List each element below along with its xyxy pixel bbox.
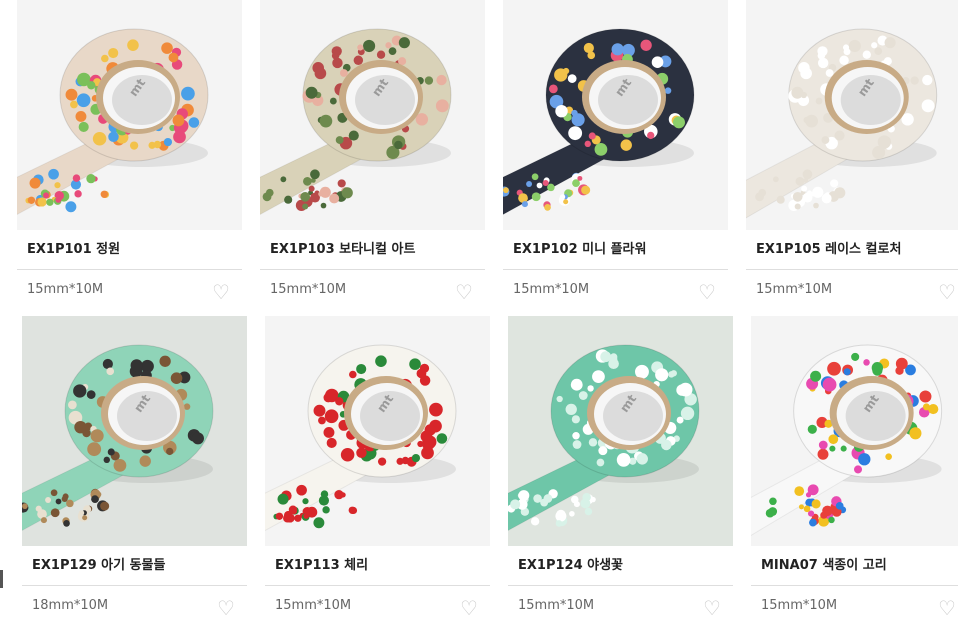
heart-outline-icon[interactable]: ♡ xyxy=(936,282,958,302)
heart-outline-icon[interactable]: ♡ xyxy=(701,598,723,618)
heart-outline-icon[interactable]: ♡ xyxy=(458,598,480,618)
tape-roll-illustration: mt xyxy=(503,28,695,216)
product-size: 18mm*10M xyxy=(32,598,109,613)
product-card[interactable]: mt ♡ EX1P124 야생꽃 15mm*10M xyxy=(508,316,733,626)
product-info: MINA07 색종이 고리 15mm*10M xyxy=(751,546,958,626)
product-card[interactable]: mt ♡ EX1P113 체리 15mm*10M xyxy=(265,316,490,626)
product-size: 15mm*10M xyxy=(270,282,347,297)
product-image[interactable]: mt xyxy=(265,316,490,546)
tape-roll-illustration: mt xyxy=(22,344,214,532)
product-size: 15mm*10M xyxy=(275,598,352,613)
product-name[interactable]: EX1P103 보타니컬 아트 xyxy=(260,230,485,270)
product-name[interactable]: EX1P124 야생꽃 xyxy=(508,546,733,586)
product-card[interactable]: mt ♡ EX1P129 아기 동물들 18mm*10M xyxy=(22,316,247,626)
product-name[interactable]: EX1P113 체리 xyxy=(265,546,490,586)
tape-roll-illustration: mt xyxy=(746,28,938,219)
product-image[interactable]: mt xyxy=(260,0,485,230)
product-image[interactable]: mt xyxy=(503,0,728,230)
product-image[interactable]: mt xyxy=(22,316,247,546)
heart-outline-icon[interactable]: ♡ xyxy=(215,598,237,618)
tape-roll-illustration: mt xyxy=(751,344,943,536)
product-size: 15mm*10M xyxy=(27,282,104,297)
product-info: EX1P124 야생꽃 15mm*10M xyxy=(508,546,733,626)
product-card[interactable]: mt ♡ EX1P101 정원 15mm*10M xyxy=(17,0,242,310)
product-card[interactable]: mt ♡ EX1P105 레이스 컬로처 15mm*10M xyxy=(746,0,958,310)
product-info: EX1P102 미니 플라워 15mm*10M xyxy=(503,230,728,310)
product-card[interactable]: mt ♡ EX1P103 보타니컬 아트 15mm*10M xyxy=(260,0,485,310)
product-info: EX1P105 레이스 컬로처 15mm*10M xyxy=(746,230,958,310)
product-name[interactable]: EX1P129 아기 동물들 xyxy=(22,546,247,586)
product-image[interactable]: mt xyxy=(17,0,242,230)
product-name[interactable]: MINA07 색종이 고리 xyxy=(751,546,958,586)
product-info: EX1P103 보타니컬 아트 15mm*10M xyxy=(260,230,485,310)
product-size: 15mm*10M xyxy=(761,598,838,613)
heart-outline-icon[interactable]: ♡ xyxy=(696,282,718,302)
heart-outline-icon[interactable]: ♡ xyxy=(936,598,958,618)
product-info: EX1P113 체리 15mm*10M xyxy=(265,546,490,626)
product-info: EX1P129 아기 동물들 18mm*10M xyxy=(22,546,247,626)
scroll-edge-marker xyxy=(0,570,3,588)
product-size: 15mm*10M xyxy=(518,598,595,613)
product-image[interactable]: mt xyxy=(746,0,958,230)
tape-roll-illustration: mt xyxy=(508,344,700,532)
tape-roll-illustration: mt xyxy=(265,344,457,532)
product-name[interactable]: EX1P102 미니 플라워 xyxy=(503,230,728,270)
product-size: 15mm*10M xyxy=(756,282,833,297)
product-card[interactable]: mt ♡ EX1P102 미니 플라워 15mm*10M xyxy=(503,0,728,310)
heart-outline-icon[interactable]: ♡ xyxy=(453,282,475,302)
heart-outline-icon[interactable]: ♡ xyxy=(210,282,232,302)
tape-roll-illustration: mt xyxy=(17,28,209,216)
product-size: 15mm*10M xyxy=(513,282,590,297)
product-info: EX1P101 정원 15mm*10M xyxy=(17,230,242,310)
product-card[interactable]: mt ♡ MINA07 색종이 고리 15mm*10M xyxy=(751,316,958,626)
product-name[interactable]: EX1P101 정원 xyxy=(17,230,242,270)
product-name[interactable]: EX1P105 레이스 컬로처 xyxy=(746,230,958,270)
tape-roll-illustration: mt xyxy=(260,28,452,216)
product-image[interactable]: mt xyxy=(751,316,958,546)
product-image[interactable]: mt xyxy=(508,316,733,546)
product-grid: mt ♡ EX1P101 정원 15mm*10M mt ♡ EX1P103 보타… xyxy=(0,0,958,634)
